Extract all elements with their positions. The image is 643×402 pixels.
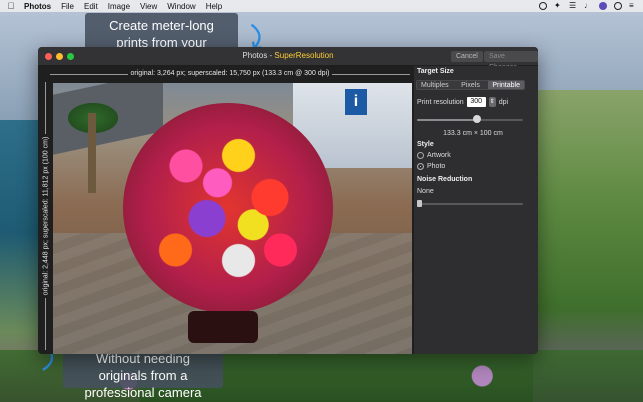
menu-edit[interactable]: Edit <box>84 2 98 11</box>
cancel-button[interactable]: Cancel <box>451 51 483 62</box>
style-title: Style <box>417 141 434 148</box>
menu-help[interactable]: Help <box>206 2 222 11</box>
menu-view[interactable]: View <box>140 2 157 11</box>
user-avatar-icon[interactable] <box>599 2 607 10</box>
menu-image[interactable]: Image <box>108 2 130 11</box>
print-size-slider[interactable] <box>417 115 523 124</box>
style-option-artwork-label: Artwork <box>427 152 451 159</box>
menu-extras: ✦ ☰ ♩ ≡ <box>539 2 637 10</box>
save-changes-button[interactable]: Save Changes <box>484 51 538 71</box>
target-size-segmented-control: Multiples Pixels Printable <box>416 80 525 90</box>
wifi-icon[interactable]: ☰ <box>569 2 577 10</box>
print-resolution-stepper[interactable]: ⇕ <box>488 97 496 107</box>
top-dimension-ruler: original: 3,264 px; superscaled: 15,750 … <box>50 70 410 79</box>
menu-icon[interactable]: ≡ <box>629 2 637 10</box>
segment-printable[interactable]: Printable <box>488 81 524 89</box>
style-option-photo-label: Photo <box>427 163 446 170</box>
photo-preview[interactable]: i <box>53 83 412 354</box>
target-size-title: Target Size <box>417 68 454 75</box>
dpi-label: dpi <box>498 98 509 106</box>
noise-slider-knob[interactable] <box>417 200 422 207</box>
print-size-text: 133.3 cm × 100 cm <box>443 130 503 137</box>
apple-icon[interactable]:  <box>6 1 16 11</box>
top-ruler-label-wrap: original: 3,264 px; superscaled: 15,750 … <box>50 70 410 77</box>
title-bar[interactable]: Photos - SuperResolution Cancel Save Cha… <box>38 47 538 71</box>
bluetooth-icon[interactable]: ✦ <box>554 2 562 10</box>
menu-window[interactable]: Window <box>167 2 195 11</box>
photos-window: Photos - SuperResolution Cancel Save Cha… <box>38 47 538 354</box>
radio-artwork-icon[interactable] <box>417 152 424 159</box>
flower-sphere-sculpture <box>123 103 333 313</box>
time-machine-icon[interactable] <box>539 2 547 10</box>
left-dimension-ruler: original: 2,448 px; superscaled: 11,812 … <box>41 82 50 350</box>
print-size-slider-fill <box>417 119 477 121</box>
sculpture-base <box>188 311 258 343</box>
style-option-photo[interactable]: Photo <box>417 163 445 170</box>
print-size-slider-knob[interactable] <box>473 115 481 123</box>
search-icon[interactable] <box>614 2 622 10</box>
top-ruler-label: original: 3,264 px; superscaled: 15,750 … <box>127 70 333 77</box>
print-resolution-input[interactable]: 300 <box>466 97 486 107</box>
noise-reduction-value: None <box>417 188 434 195</box>
window-title-extension: SuperResolution <box>274 51 334 60</box>
volume-icon[interactable]: ♩ <box>584 2 592 10</box>
photo-palm-trunk <box>88 113 96 193</box>
noise-reduction-slider[interactable] <box>417 199 523 208</box>
menu-bar:  Photos File Edit Image View Window Hel… <box>0 0 643 12</box>
style-option-artwork[interactable]: Artwork <box>417 152 451 159</box>
segment-pixels[interactable]: Pixels <box>452 81 489 89</box>
print-resolution-row: Print resolution 300 ⇕ dpi <box>417 97 508 107</box>
noise-slider-track <box>417 203 523 205</box>
radio-photo-icon[interactable] <box>417 163 424 170</box>
print-resolution-label: Print resolution <box>417 98 464 106</box>
noise-reduction-title: Noise Reduction <box>417 176 473 183</box>
info-sign-icon: i <box>345 89 367 115</box>
left-ruler-label-wrap: original: 2,448 px; superscaled: 11,812 … <box>42 82 49 350</box>
window-title-app: Photos <box>242 51 268 60</box>
menu-file[interactable]: File <box>61 2 74 11</box>
segment-multiples[interactable]: Multiples <box>417 81 453 89</box>
left-ruler-label: original: 2,448 px; superscaled: 11,812 … <box>42 133 49 299</box>
image-canvas: original: 3,264 px; superscaled: 15,750 … <box>38 66 414 354</box>
menu-app-name[interactable]: Photos <box>24 2 51 11</box>
settings-panel: Target Size Multiples Pixels Printable P… <box>414 66 538 354</box>
